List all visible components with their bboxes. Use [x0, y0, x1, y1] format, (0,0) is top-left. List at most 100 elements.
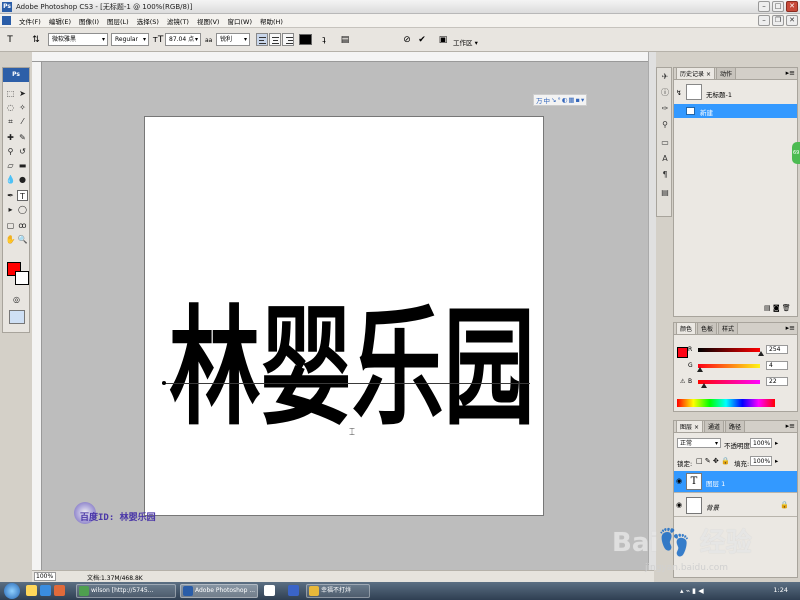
ime-item[interactable]: ↘	[551, 96, 556, 104]
blue-value[interactable]: 22	[766, 377, 788, 386]
vertical-scrollbar[interactable]	[648, 52, 656, 570]
brushes-panel-icon[interactable]: ✑	[660, 104, 670, 114]
green-slider[interactable]: G 4	[688, 361, 793, 372]
folder-icon[interactable]	[26, 585, 37, 596]
font-style-select[interactable]: Regular ▾	[111, 33, 149, 46]
ime-item[interactable]: °	[557, 96, 560, 104]
layer-row-background[interactable]: ◉ 背景 🔒	[674, 495, 797, 517]
gamut-warning-icon[interactable]: ⚠	[680, 378, 685, 385]
screen-mode-icon[interactable]	[9, 310, 25, 324]
tab-styles[interactable]: 样式	[718, 322, 739, 334]
layer-name[interactable]: 图层 1	[706, 478, 725, 488]
character-panel-icon[interactable]: ▤	[339, 34, 351, 46]
panel-menu-icon[interactable]: ▸≡	[786, 422, 795, 430]
minimize-button[interactable]: –	[758, 1, 770, 12]
workspace-button[interactable]: 工作区 ▾	[453, 37, 478, 47]
marquee-tool-icon[interactable]: ⬚	[5, 88, 16, 99]
tool-presets-icon[interactable]: ▭	[660, 138, 670, 148]
ime-item[interactable]: 中	[544, 95, 551, 105]
green-track[interactable]	[698, 364, 760, 368]
commit-edit-icon[interactable]: ✔	[416, 34, 428, 46]
align-left-button[interactable]	[256, 33, 268, 46]
antialias-select[interactable]: 锐利 ▾	[216, 33, 250, 46]
menu-layer[interactable]: 图层(L)	[103, 16, 133, 26]
clone-stamp-icon[interactable]: ⚲	[5, 146, 16, 157]
brush-source-icon[interactable]: ↯	[676, 89, 682, 97]
doc-close-button[interactable]: ✕	[786, 15, 798, 26]
menu-edit[interactable]: 编辑(E)	[45, 16, 75, 26]
app-icon[interactable]	[264, 585, 275, 596]
maximize-button[interactable]: □	[772, 1, 784, 12]
eraser-tool-icon[interactable]: ▱	[5, 160, 16, 171]
lasso-tool-icon[interactable]: ◌	[5, 102, 16, 113]
red-slider[interactable]: R 254	[688, 345, 793, 356]
canvas-text-layer[interactable]: 林婴乐园	[162, 160, 542, 460]
navigator-icon[interactable]: ✈	[660, 72, 670, 82]
blend-mode-select[interactable]: 正常 ▾	[677, 438, 721, 448]
healing-brush-icon[interactable]: ✚	[5, 132, 16, 143]
text-orientation-icon[interactable]: ⇅	[30, 34, 42, 46]
red-track[interactable]	[698, 348, 760, 352]
ime-item[interactable]: ◐	[562, 96, 568, 104]
info-icon[interactable]: ⓘ	[660, 88, 670, 98]
tab-paths[interactable]: 路径	[724, 420, 745, 432]
lock-icons[interactable]: □ ✎ ✥ 🔒	[696, 457, 730, 465]
warp-text-icon[interactable]: ʇ	[318, 34, 330, 46]
type-tool-icon[interactable]: T	[4, 34, 16, 46]
quick-mask-icon[interactable]: ◎	[11, 294, 22, 305]
ime-item[interactable]: ▦	[568, 96, 574, 104]
dodge-tool-icon[interactable]: ●	[17, 174, 28, 185]
path-selection-icon[interactable]: ▸	[5, 204, 16, 215]
history-state-new[interactable]: 新建	[674, 104, 797, 118]
menu-view[interactable]: 视图(V)	[193, 16, 224, 26]
clock[interactable]: 1:24	[773, 586, 788, 594]
edge-badge[interactable]: 69	[792, 142, 800, 164]
blue-track[interactable]	[698, 380, 760, 384]
paragraph-panel-icon[interactable]: ¶	[660, 170, 670, 180]
task-photoshop[interactable]: Adobe Photoshop ...	[180, 584, 258, 598]
history-snapshot[interactable]: ↯ 无标题-1	[674, 82, 797, 104]
font-family-select[interactable]: 微软雅黑 ▾	[48, 33, 108, 46]
shape-tool-icon[interactable]: ◯	[17, 204, 28, 215]
history-brush-icon[interactable]: ↺	[17, 146, 28, 157]
horizontal-ruler[interactable]	[32, 52, 648, 62]
new-snapshot-icon[interactable]: ◙	[773, 304, 780, 312]
ime-item[interactable]: ▪	[576, 96, 580, 104]
font-size-field[interactable]: 87.04 点 ▾	[165, 33, 201, 46]
slice-tool-icon[interactable]: ⁄	[17, 116, 28, 127]
blue-slider[interactable]: ⚠ B 22	[680, 377, 793, 388]
panel-menu-icon[interactable]: ▸≡	[786, 324, 795, 332]
menu-select[interactable]: 选择(S)	[133, 16, 163, 26]
close-icon[interactable]: ×	[694, 424, 699, 431]
pen-tool-icon[interactable]: ✒	[5, 190, 16, 201]
green-knob[interactable]	[697, 367, 703, 372]
color-spectrum-bar[interactable]	[677, 399, 775, 407]
task-music[interactable]: 幸福不打烊	[306, 584, 370, 598]
menu-help[interactable]: 帮助(H)	[256, 16, 287, 26]
tab-channels[interactable]: 通道	[703, 420, 724, 432]
green-value[interactable]: 4	[766, 361, 788, 370]
trash-icon[interactable]: 🗑	[782, 304, 791, 312]
blue-knob[interactable]	[701, 383, 707, 388]
menu-window[interactable]: 窗口(W)	[223, 16, 256, 26]
opacity-field[interactable]: 100%	[750, 438, 772, 448]
ime-toolbar[interactable]: 万 中 ↘ ° ◐ ▦ ▪ ▾	[533, 94, 588, 106]
align-center-button[interactable]	[269, 33, 281, 46]
vertical-ruler[interactable]	[32, 62, 42, 570]
layer-name[interactable]: 背景	[706, 502, 719, 512]
zoom-tool-icon[interactable]: 🔍	[17, 234, 28, 245]
tray-icons[interactable]: ▴ ⌁ ▮ ◀	[680, 587, 704, 595]
tab-swatches[interactable]: 色板	[697, 322, 718, 334]
type-tool-icon[interactable]: T	[17, 190, 28, 201]
layer-row-text[interactable]: ◉ T 图层 1	[674, 471, 797, 493]
panel-menu-icon[interactable]: ▸≡	[786, 69, 795, 77]
ps-menu-icon[interactable]	[2, 16, 11, 25]
align-right-button[interactable]	[282, 33, 294, 46]
color-fg-swatch[interactable]	[677, 347, 688, 358]
ime-item[interactable]: ▾	[581, 96, 584, 104]
menu-image[interactable]: 图像(I)	[75, 16, 103, 26]
start-button[interactable]	[4, 583, 20, 599]
red-value[interactable]: 254	[766, 345, 788, 354]
crop-tool-icon[interactable]: ⌗	[5, 116, 16, 127]
brush-tool-icon[interactable]: ✎	[17, 132, 28, 143]
